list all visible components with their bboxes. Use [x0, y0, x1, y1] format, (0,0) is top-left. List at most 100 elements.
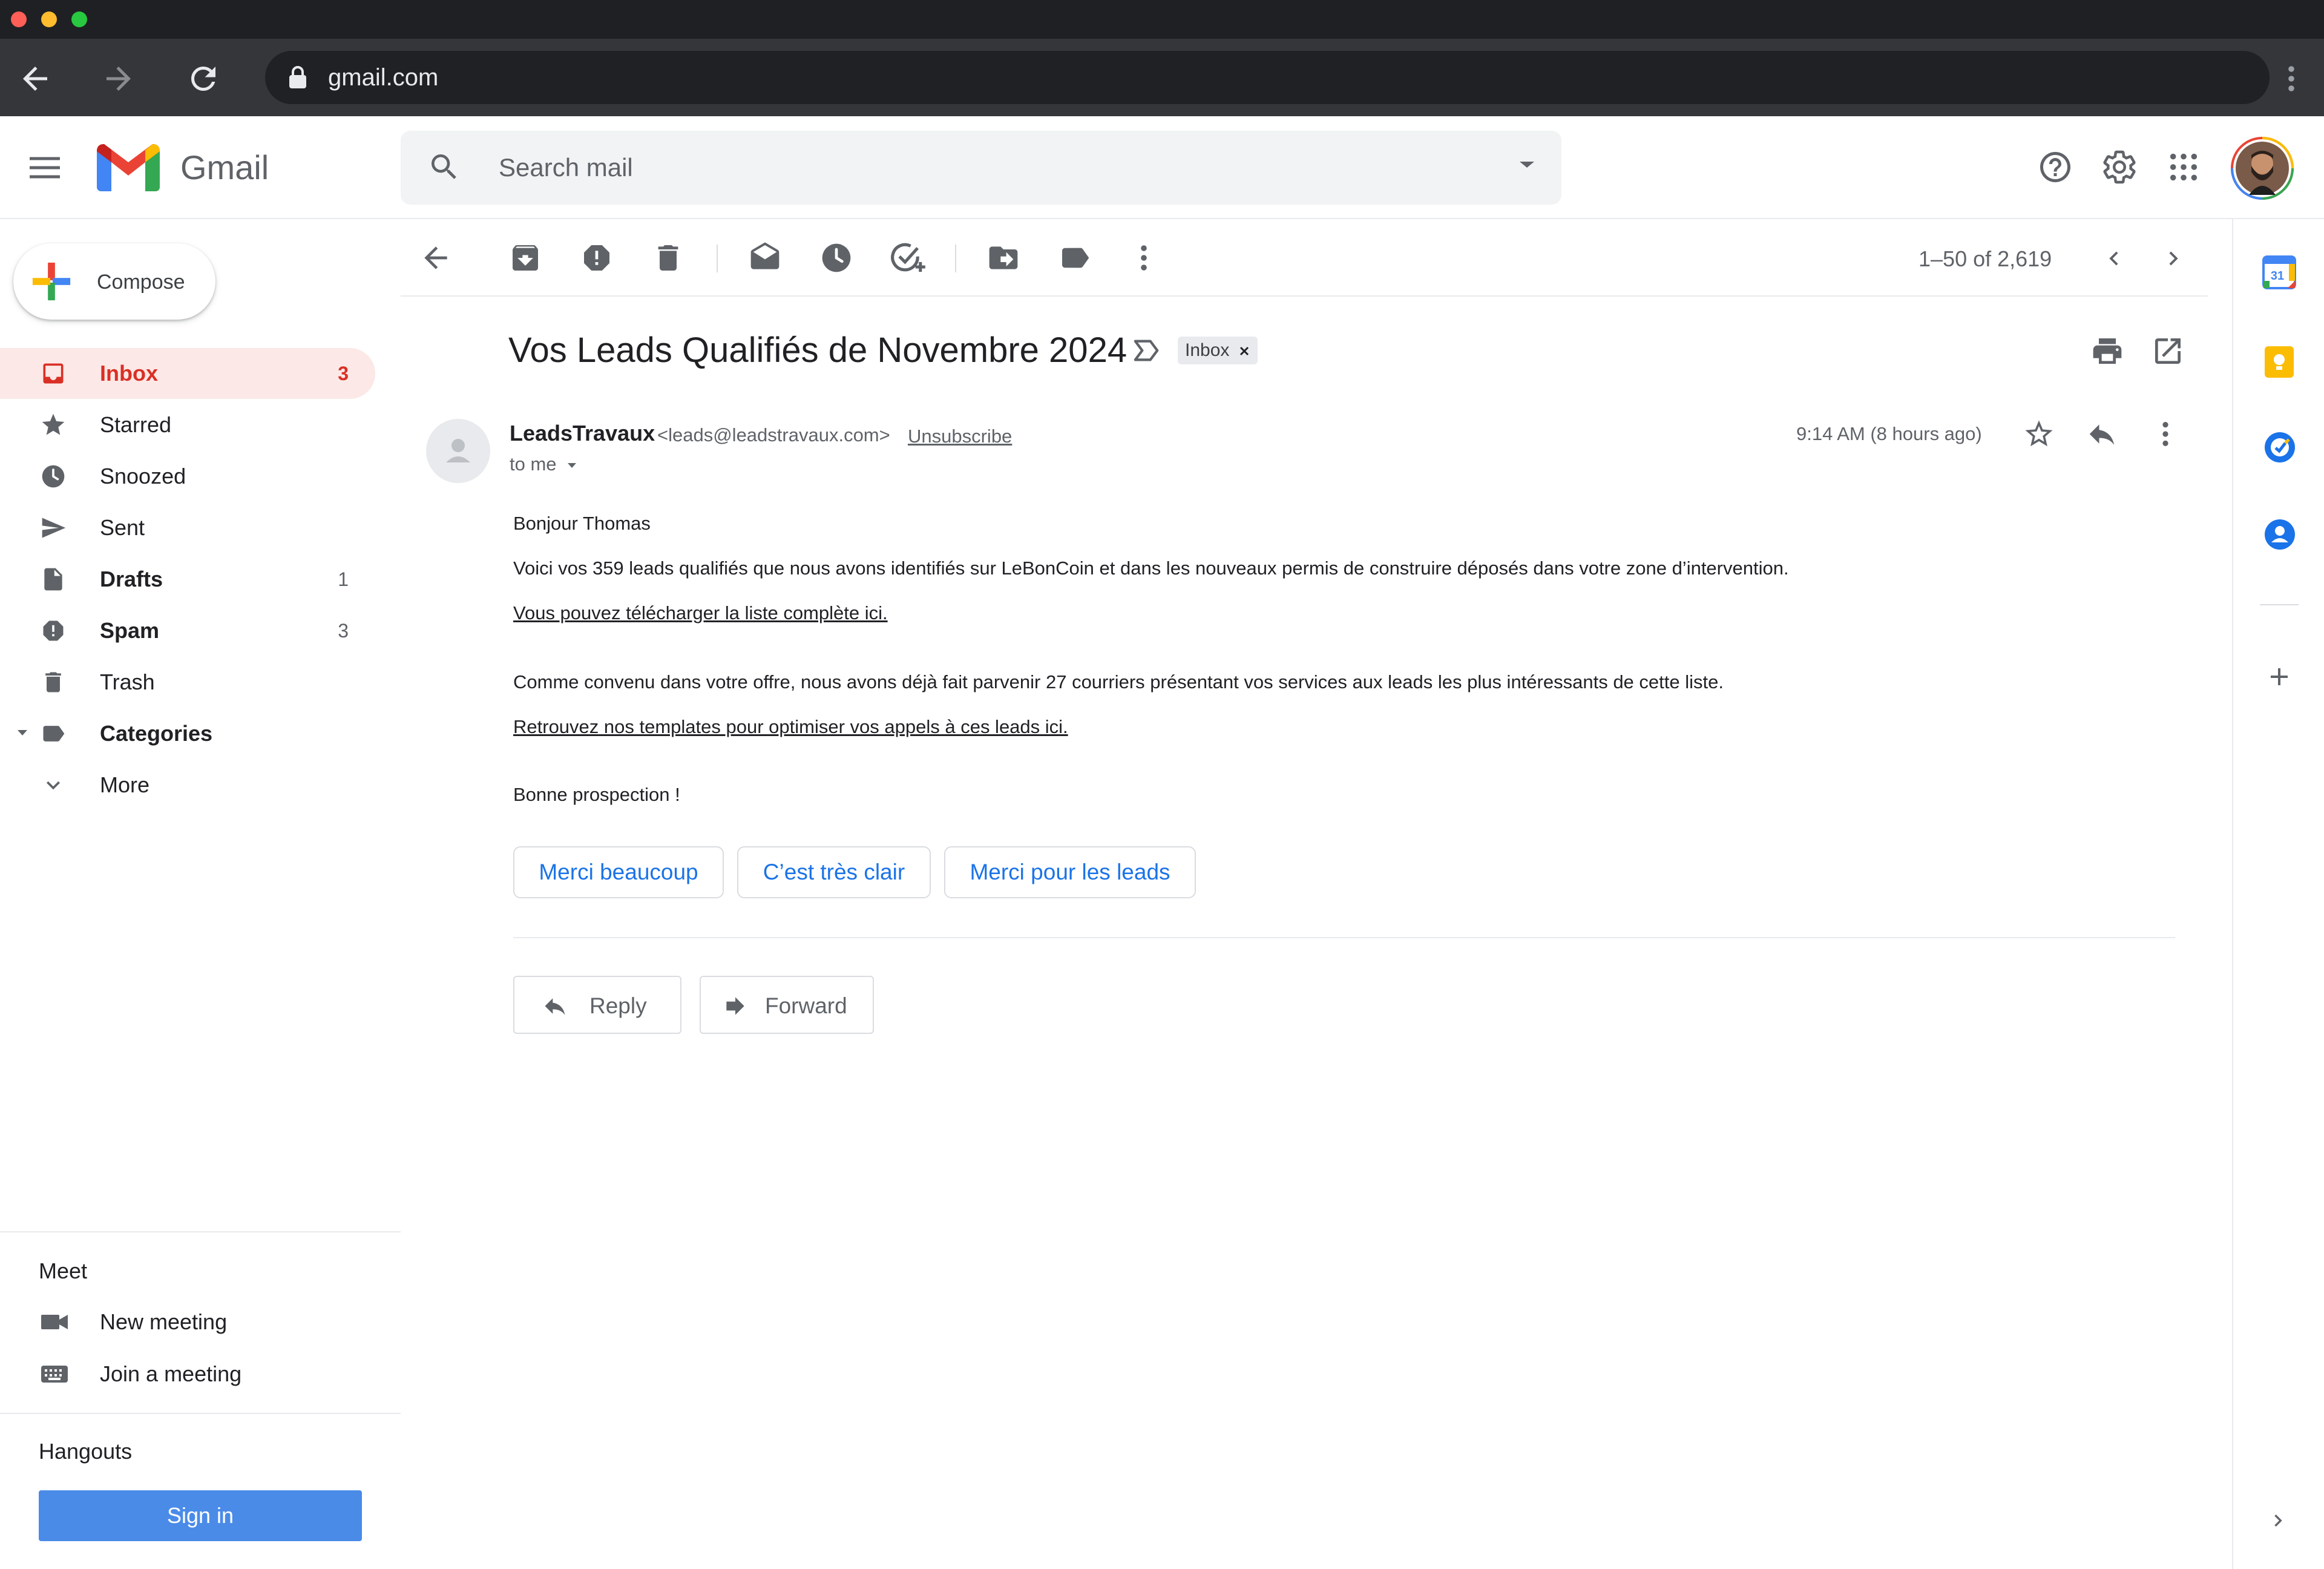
new-meeting-label: New meeting	[100, 1309, 228, 1334]
browser-forward-icon[interactable]	[100, 61, 137, 97]
compose-plus-icon	[30, 260, 73, 303]
snooze-icon[interactable]	[819, 241, 853, 275]
recipients-text: to me	[510, 453, 557, 475]
forward-label: Forward	[765, 993, 847, 1018]
download-list-link[interactable]: Vous pouvez télécharger la liste complèt…	[513, 602, 888, 625]
star-icon	[40, 412, 67, 438]
sidebar-item-inbox[interactable]: Inbox 3	[0, 348, 375, 399]
body-paragraph-1: Voici vos 359 leads qualifiés que nous a…	[513, 558, 1789, 579]
keyboard-icon	[40, 1362, 69, 1386]
sidebar-item-label: Spam	[100, 618, 160, 643]
labels-icon[interactable]	[1058, 241, 1092, 275]
browser-reload-icon[interactable]	[185, 61, 222, 97]
settings-icon[interactable]	[2101, 149, 2138, 185]
window-close-button[interactable]	[11, 12, 27, 27]
sidebar-item-more[interactable]: More	[0, 760, 375, 811]
join-meeting-label: Join a meeting	[100, 1361, 242, 1386]
mark-unread-icon[interactable]	[748, 241, 782, 275]
sidebar-item-spam[interactable]: Spam 3	[0, 605, 375, 656]
sidebar-divider	[0, 1231, 401, 1232]
open-in-new-window-icon[interactable]	[2151, 334, 2185, 368]
reply-icon[interactable]	[2086, 418, 2118, 450]
browser-back-icon[interactable]	[17, 61, 53, 97]
remove-label-icon[interactable]	[1238, 345, 1250, 357]
keep-icon[interactable]	[2263, 345, 2295, 379]
sidebar-item-sent[interactable]: Sent	[0, 502, 375, 553]
reply-button[interactable]: Reply	[513, 976, 681, 1034]
join-meeting-item[interactable]: Join a meeting	[0, 1349, 375, 1400]
add-icon[interactable]	[2265, 662, 2294, 691]
sidebar-item-label: Categories	[100, 721, 213, 746]
sender-avatar	[426, 419, 490, 483]
calendar-day-text: 31	[2271, 269, 2284, 283]
contacts-icon[interactable]	[2263, 518, 2296, 551]
unsubscribe-link[interactable]: Unsubscribe	[908, 425, 1012, 448]
reply-label: Reply	[589, 993, 647, 1018]
sidebar-item-label: Trash	[100, 669, 155, 694]
address-bar[interactable]	[265, 51, 2270, 104]
expand-panel-icon[interactable]	[2266, 1508, 2290, 1533]
search-input[interactable]: Search mail	[499, 153, 633, 183]
smart-reply-button-2[interactable]: C’est très clair	[737, 846, 931, 898]
expand-caret-icon[interactable]	[17, 729, 28, 737]
sidebar-item-categories[interactable]: Categories	[0, 708, 375, 759]
menu-icon[interactable]	[27, 153, 63, 183]
browser-menu-icon[interactable]	[2286, 63, 2296, 94]
add-to-tasks-icon[interactable]	[890, 241, 926, 275]
sidebar-item-label: Snoozed	[100, 464, 186, 488]
sidebar-item-snoozed[interactable]: Snoozed	[0, 451, 375, 502]
window-minimize-button[interactable]	[41, 12, 57, 27]
message-more-icon[interactable]	[2159, 419, 2171, 449]
search-icon[interactable]	[427, 150, 461, 184]
delete-icon[interactable]	[651, 241, 685, 275]
help-icon[interactable]	[2037, 149, 2073, 185]
hangouts-section-title: Hangouts	[39, 1439, 133, 1464]
window-maximize-button[interactable]	[71, 12, 87, 27]
smart-reply-button-1[interactable]: Merci beaucoup	[513, 846, 724, 898]
report-spam-icon[interactable]	[580, 241, 614, 275]
send-icon	[40, 515, 67, 541]
video-camera-icon	[40, 1309, 69, 1335]
sidebar-item-starred[interactable]: Starred	[0, 400, 375, 450]
importance-marker-icon[interactable]	[1132, 337, 1162, 364]
sidebar-item-trash[interactable]: Trash	[0, 657, 375, 708]
label-chip-text: Inbox	[1185, 340, 1230, 360]
inbox-label-chip: Inbox	[1178, 337, 1258, 364]
draft-icon	[40, 566, 67, 593]
body-greeting: Bonjour Thomas	[513, 513, 651, 534]
caret-down-icon	[566, 462, 577, 469]
smart-reply-button-3[interactable]: Merci pour les leads	[944, 846, 1196, 898]
tasks-icon[interactable]	[2263, 431, 2296, 464]
sender-name[interactable]: LeadsTravaux	[510, 420, 655, 447]
message-divider	[513, 937, 2175, 938]
search-options-icon[interactable]	[1518, 159, 1536, 171]
forward-arrow-icon	[721, 993, 749, 1019]
sidebar-item-drafts[interactable]: Drafts 1	[0, 554, 375, 605]
gmail-logo[interactable]	[97, 144, 160, 191]
archive-icon[interactable]	[508, 241, 542, 275]
gmail-wordmark: Gmail	[180, 148, 269, 186]
account-avatar[interactable]	[2231, 137, 2294, 200]
forward-button[interactable]: Forward	[700, 976, 874, 1034]
email-subject: Vos Leads Qualifiés de Novembre 2024	[508, 331, 1128, 370]
recipients-toggle[interactable]: to me	[510, 453, 577, 476]
sidebar-item-label: Sent	[100, 515, 145, 540]
sidebar-item-label: Inbox	[100, 361, 158, 386]
print-icon[interactable]	[2090, 334, 2124, 368]
chevron-left-icon[interactable]	[2100, 245, 2128, 272]
chevron-right-icon[interactable]	[2159, 245, 2187, 272]
calendar-icon[interactable]: 31	[2262, 255, 2296, 289]
sidebar-divider	[0, 1413, 401, 1414]
back-arrow-icon[interactable]	[419, 241, 453, 275]
templates-link[interactable]: Retrouvez nos templates pour optimiser v…	[513, 715, 1068, 738]
star-icon[interactable]	[2023, 418, 2055, 450]
move-to-icon[interactable]	[986, 241, 1020, 275]
pagination-text: 1–50 of 2,619	[1919, 246, 2052, 271]
sender-email: <leads@leadstravaux.com>	[657, 424, 890, 446]
hangouts-sign-in-button[interactable]: Sign in	[39, 1490, 362, 1541]
rail-divider	[2260, 604, 2299, 605]
new-meeting-item[interactable]: New meeting	[0, 1297, 375, 1347]
apps-icon[interactable]	[2168, 151, 2199, 183]
more-vert-icon[interactable]	[1138, 242, 1150, 274]
sidebar-item-label: More	[100, 772, 150, 797]
